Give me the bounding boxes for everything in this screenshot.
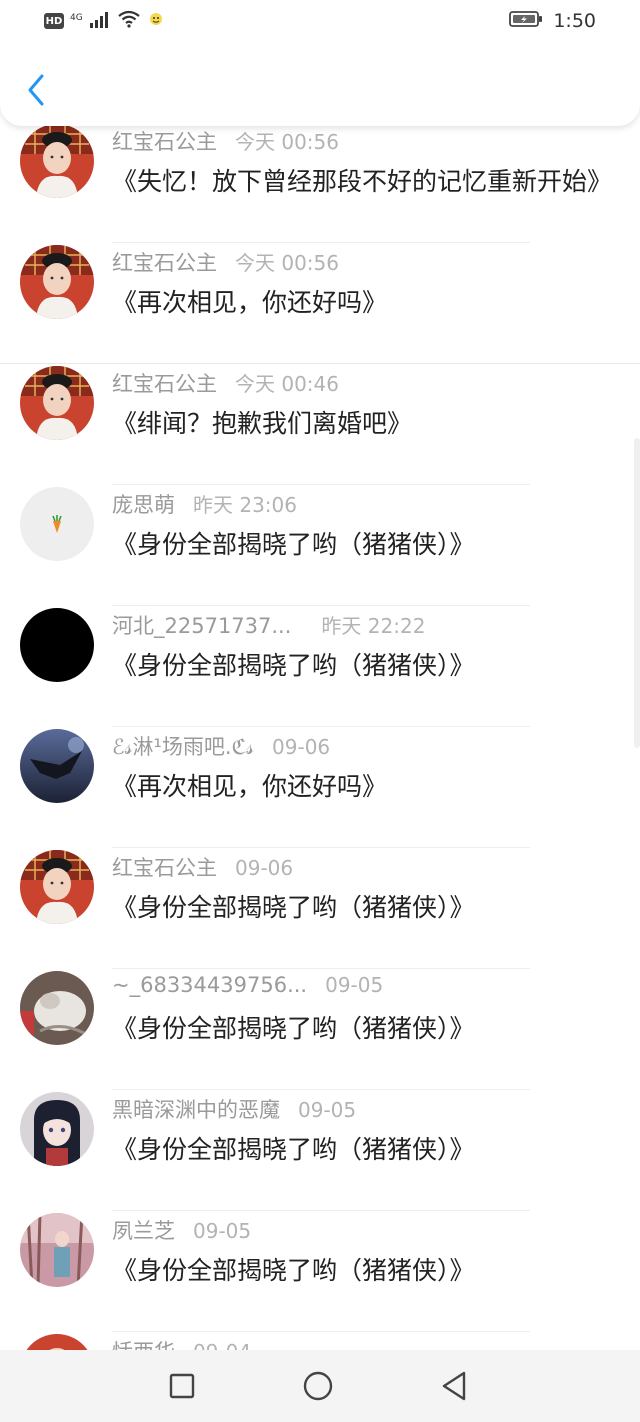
app-header: HD 4G 1:50 [0,0,640,126]
user-name[interactable]: 红宝石公主 [112,126,217,156]
item-meta: 黑暗深渊中的恶魔 09-05 [112,1094,356,1124]
user-avatar[interactable] [20,487,94,561]
item-title[interactable]: 《身份全部揭晓了哟（猪猪侠）》 [112,646,612,682]
list-item[interactable]: 红宝石公主 今天 00:56 《失忆！放下曾经那段不好的记忆重新开始》 [0,122,640,243]
user-name[interactable]: 红宝石公主 [112,247,217,277]
carrot-icon [52,515,62,533]
list-item[interactable]: 河北_22571737... 昨天 22:22 《身份全部揭晓了哟（猪猪侠）》 [0,606,640,727]
item-meta: ~_68334439756... 09-05 [112,973,383,997]
item-title[interactable]: 《身份全部揭晓了哟（猪猪侠）》 [112,525,612,561]
user-avatar[interactable] [20,971,94,1045]
user-avatar[interactable] [20,366,94,440]
circle-icon [303,1371,333,1401]
item-title[interactable]: 《失忆！放下曾经那段不好的记忆重新开始》 [112,162,612,198]
item-meta: 河北_22571737... 昨天 22:22 [112,610,425,640]
item-meta: 红宝石公主 今天 00:56 [112,247,339,277]
item-date: 今天 00:56 [235,251,339,275]
item-meta: 庞思萌 昨天 23:06 [112,489,297,519]
square-icon [169,1373,195,1399]
item-meta: 夙兰芝 09-05 [112,1215,251,1245]
system-nav-bar [0,1350,640,1422]
scrollbar[interactable] [634,438,640,748]
status-right: 1:50 [509,10,596,32]
status-left: HD 4G [44,10,165,32]
status-bar: HD 4G 1:50 [0,0,640,44]
user-name[interactable]: 红宝石公主 [112,368,217,398]
item-title[interactable]: 《再次相见，你还好吗》 [112,767,612,803]
item-title[interactable]: 《身份全部揭晓了哟（猪猪侠）》 [112,1130,612,1166]
list-item[interactable]: 夙兰芝 09-05 《身份全部揭晓了哟（猪猪侠）》 [0,1211,640,1332]
item-date: 昨天 23:06 [193,493,297,517]
item-date: 09-06 [235,856,294,880]
user-avatar[interactable] [20,850,94,924]
recents-button[interactable] [166,1370,198,1402]
item-title[interactable]: 《再次相见，你还好吗》 [112,283,612,319]
user-name[interactable]: 黑暗深渊中的恶魔 [112,1094,280,1124]
triangle-back-icon [442,1371,466,1401]
home-button[interactable] [302,1370,334,1402]
user-name[interactable]: 红宝石公主 [112,852,217,882]
item-date: 今天 00:46 [235,372,339,396]
item-date: 今天 00:56 [235,130,339,154]
item-meta: 红宝石公主 今天 00:46 [112,368,339,398]
list-item[interactable]: 黑暗深渊中的恶魔 09-05 《身份全部揭晓了哟（猪猪侠）》 [0,1090,640,1211]
hd-badge: HD [44,13,64,29]
network-type: 4G [70,12,83,23]
item-title[interactable]: 《绯闻？抱歉我们离婚吧》 [112,404,612,440]
item-meta: 红宝石公主 今天 00:56 [112,126,339,156]
list-item[interactable]: ℰ𝓈淋¹场雨吧.ℭ𝓈 09-06 《再次相见，你还好吗》 [0,727,640,848]
item-date: 昨天 22:22 [321,614,426,638]
list-item[interactable]: 红宝石公主 今天 00:46 《绯闻？抱歉我们离婚吧》 [0,364,640,485]
battery-icon [509,10,543,32]
user-name[interactable]: 河北_22571737... [112,610,291,640]
list-item[interactable]: ~_68334439756... 09-05 《身份全部揭晓了哟（猪猪侠）》 [0,969,640,1090]
list-item[interactable]: 庞思萌 昨天 23:06 《身份全部揭晓了哟（猪猪侠）》 [0,485,640,606]
item-date: 09-05 [193,1219,252,1243]
user-name[interactable]: ~_68334439756... [112,973,307,997]
user-avatar[interactable] [20,124,94,198]
notification-icon [147,10,165,32]
item-date: 09-05 [298,1098,357,1122]
user-avatar[interactable] [20,1213,94,1287]
item-title[interactable]: 《身份全部揭晓了哟（猪猪侠）》 [112,1009,612,1045]
back-button[interactable] [20,70,52,110]
item-meta: ℰ𝓈淋¹场雨吧.ℭ𝓈 09-06 [112,731,330,761]
user-avatar[interactable] [20,1092,94,1166]
wifi-icon [117,10,141,32]
signal-icon [89,10,111,32]
user-avatar[interactable] [20,245,94,319]
user-avatar[interactable] [20,729,94,803]
list-item[interactable]: 红宝石公主 今天 00:56 《再次相见，你还好吗》 [0,243,640,364]
chevron-left-icon [28,74,44,106]
user-name[interactable]: 庞思萌 [112,489,175,519]
item-title[interactable]: 《身份全部揭晓了哟（猪猪侠）》 [112,1251,612,1287]
list-item[interactable]: 红宝石公主 09-06 《身份全部揭晓了哟（猪猪侠）》 [0,848,640,969]
user-name[interactable]: ℰ𝓈淋¹场雨吧.ℭ𝓈 [112,731,254,761]
message-list: 红宝石公主 今天 00:56 《失忆！放下曾经那段不好的记忆重新开始》 红宝石公… [0,124,640,1422]
back-nav-button[interactable] [438,1370,470,1402]
item-date: 09-06 [272,735,331,759]
user-avatar[interactable] [20,608,94,682]
clock: 1:50 [553,10,596,32]
user-name[interactable]: 夙兰芝 [112,1215,175,1245]
item-meta: 红宝石公主 09-06 [112,852,293,882]
item-title[interactable]: 《身份全部揭晓了哟（猪猪侠）》 [112,888,612,924]
item-date: 09-05 [325,973,384,997]
